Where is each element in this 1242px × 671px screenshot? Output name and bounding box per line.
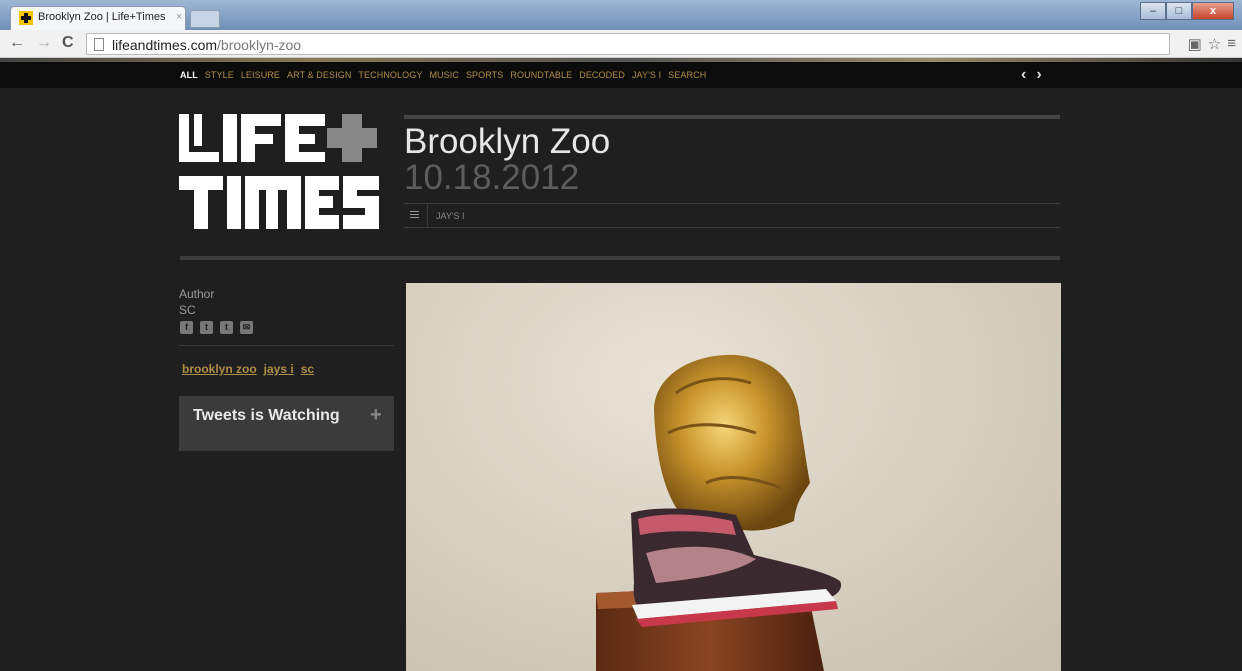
list-icon	[410, 211, 419, 220]
tag-link[interactable]: jays i	[264, 362, 294, 376]
site-page: ALL STYLE LEISURE ART & DESIGN TECHNOLOGY MUS…	[0, 58, 1242, 671]
back-icon[interactable]: ←	[9, 34, 25, 52]
page-icon	[94, 38, 104, 51]
twitter-icon[interactable]: t	[200, 321, 213, 334]
nav-item[interactable]: ART & DESIGN	[287, 70, 351, 80]
browser-toolbar: ← → C lifeandtimes.com/brooklyn-zoo ▣ ☆ …	[0, 30, 1242, 58]
tumblr-icon[interactable]: t	[220, 321, 233, 334]
maximize-button[interactable]: □	[1166, 2, 1192, 20]
next-arrow-icon[interactable]: ›	[1036, 66, 1041, 84]
toolbar-icons: ▣ ☆ ≡	[1188, 35, 1236, 53]
share-icons: f t t ✉	[180, 321, 253, 334]
email-icon[interactable]: ✉	[240, 321, 253, 334]
nav-item[interactable]: MUSIC	[429, 70, 459, 80]
nav-item[interactable]: TECHNOLOGY	[358, 70, 422, 80]
nav-menu: ALL STYLE LEISURE ART & DESIGN TECHNOLOGY MUS…	[180, 70, 706, 80]
tab-close-icon[interactable]: ×	[176, 11, 182, 23]
browser-titlebar: Brooklyn Zoo | Life+Times × – □ x	[0, 0, 1242, 30]
tweets-widget[interactable]: Tweets is Watching +	[179, 396, 394, 451]
sidebar-rule	[179, 345, 394, 346]
nav-item[interactable]: STYLE	[205, 70, 234, 80]
forward-icon[interactable]: →	[36, 34, 52, 52]
post-date: 10.18.2012	[404, 158, 580, 197]
prev-arrow-icon[interactable]: ‹	[1021, 66, 1026, 84]
expand-plus-icon[interactable]: +	[370, 404, 382, 427]
tag-link[interactable]: brooklyn zoo	[182, 362, 257, 376]
menu-icon[interactable]: ≡	[1227, 35, 1236, 53]
facebook-icon[interactable]: f	[180, 321, 193, 334]
nav-item[interactable]: ROUNDTABLE	[510, 70, 572, 80]
nav-arrows: ‹ ›	[1021, 66, 1042, 84]
new-tab-button[interactable]	[190, 10, 220, 28]
reload-icon[interactable]: C	[62, 34, 74, 52]
title-rule	[404, 115, 1060, 119]
photo-illustration	[596, 354, 842, 671]
author-name[interactable]: SC	[179, 303, 196, 317]
favicon-icon	[19, 11, 33, 25]
nav-item[interactable]: LEISURE	[241, 70, 280, 80]
author-label: Author	[179, 287, 215, 301]
header-image-strip	[0, 58, 1242, 62]
nav-item[interactable]: DECODED	[579, 70, 625, 80]
bookmark-star-icon[interactable]: ☆	[1208, 35, 1221, 53]
browser-tab[interactable]: Brooklyn Zoo | Life+Times ×	[10, 6, 186, 30]
nav-item[interactable]: SPORTS	[466, 70, 503, 80]
nav-item[interactable]: SEARCH	[668, 70, 706, 80]
window-controls: – □ x	[1140, 2, 1234, 22]
section-divider	[180, 256, 1060, 260]
post-category[interactable]: JAY'S I	[436, 211, 465, 221]
post-title: Brooklyn Zoo	[404, 122, 611, 161]
meta-separator	[427, 204, 428, 228]
tweets-title: Tweets is Watching	[193, 407, 340, 424]
address-bar[interactable]: lifeandtimes.com/brooklyn-zoo	[86, 33, 1170, 55]
nav-item[interactable]: ALL	[180, 70, 198, 80]
site-nav: ALL STYLE LEISURE ART & DESIGN TECHNOLOGY MUS…	[0, 58, 1242, 88]
post-meta-bar: JAY'S I	[404, 203, 1060, 228]
tag-list: brooklyn zoo jays i sc	[182, 362, 314, 376]
tag-link[interactable]: sc	[301, 362, 314, 376]
life-times-logo[interactable]	[179, 114, 379, 229]
extension-icon[interactable]: ▣	[1188, 35, 1202, 53]
nav-item[interactable]: JAY'S I	[632, 70, 661, 80]
minimize-button[interactable]: –	[1140, 2, 1166, 20]
close-window-button[interactable]: x	[1192, 2, 1234, 20]
url-text: lifeandtimes.com/brooklyn-zoo	[112, 37, 302, 53]
post-photo	[406, 283, 1061, 671]
tab-title: Brooklyn Zoo | Life+Times	[38, 11, 166, 23]
